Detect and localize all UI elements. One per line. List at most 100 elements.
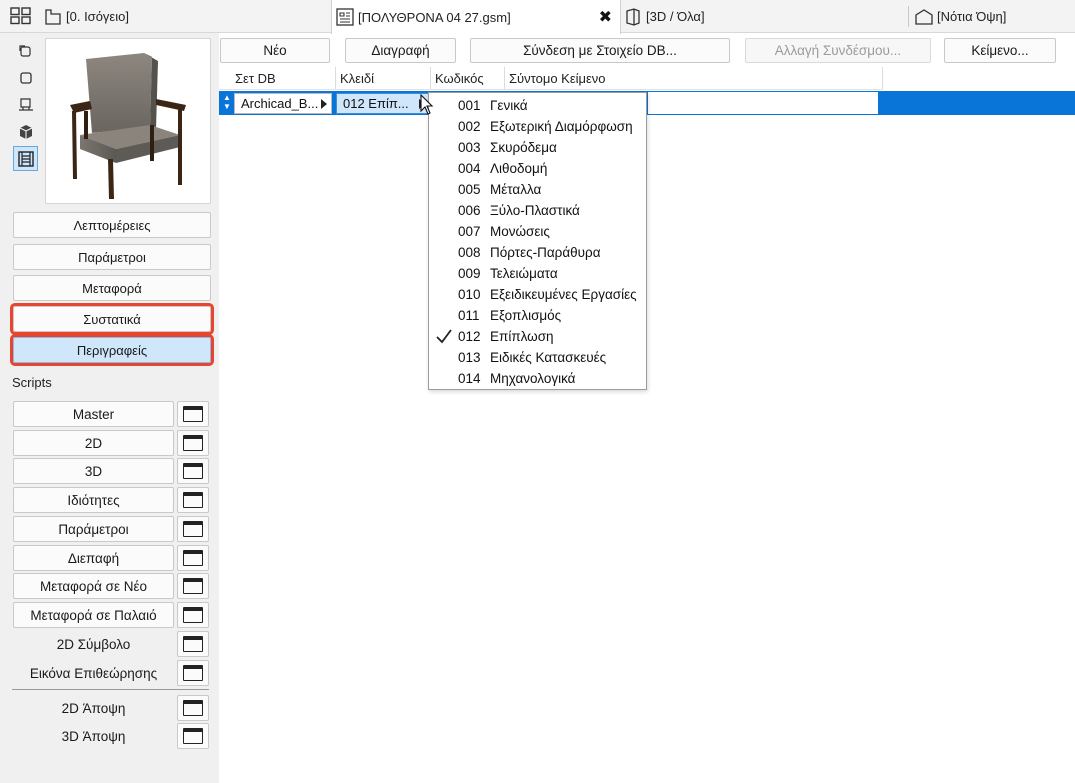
window-icon [183,700,203,716]
2d-view-button[interactable]: 2D Άποψη [13,695,174,721]
tab-gsm-object[interactable]: [ΠΟΛΥΘΡΟΝΑ 04 27.gsm] ✖ [331,0,621,34]
open-window-button[interactable] [177,401,209,427]
square-view-icon[interactable] [15,67,37,89]
tab-separator [908,6,909,27]
tab-3d-view[interactable]: [3D / Όλα] [624,0,906,33]
short-text-cell[interactable] [648,92,878,114]
open-window-button[interactable] [177,695,209,721]
menu-item[interactable]: 014 Μηχανολογικά [429,368,646,389]
2d-symbol-icon[interactable] [15,41,37,63]
key-dropdown-menu: 001 Γενικά 002 Εξωτερική Διαμόρφωση 003 Σκυ… [428,92,647,390]
details-button[interactable]: Λεπτομέρειες [13,212,211,238]
key-value: 012 Επίπ... [343,96,409,111]
film-strip-icon[interactable] [13,146,38,171]
open-window-button[interactable] [177,430,209,456]
forward-migration-script-button[interactable]: Μεταφορά σε Νέο [13,573,174,599]
3d-view-button[interactable]: 3D Άποψη [13,723,174,749]
window-icon [183,665,203,681]
column-header-code[interactable]: Κωδικός [431,67,505,89]
window-icon [183,521,203,537]
open-window-button[interactable] [177,458,209,484]
window-icon [183,578,203,594]
elevation-view-icon[interactable] [15,94,37,116]
properties-script-button[interactable]: Ιδιότητες [13,487,174,513]
menu-item[interactable]: 004 Λιθοδομή [429,158,646,179]
open-window-button[interactable] [177,631,209,657]
window-icon [183,406,203,422]
menu-item[interactable]: 001 Γενικά [429,95,646,116]
object-preview-image [45,38,211,204]
3d-cube-icon[interactable] [15,121,37,143]
3d-view-icon [624,7,642,26]
window-icon [183,435,203,451]
key-popup[interactable]: 012 Επίπ... [336,93,430,114]
open-window-button[interactable] [177,573,209,599]
text-button[interactable]: Κείμενο... [944,38,1056,63]
gdl-object-icon [336,8,354,26]
3d-script-button[interactable]: 3D [13,458,174,484]
delete-button[interactable]: Διαγραφή [345,38,456,63]
column-header-key[interactable]: Κλειδί [336,67,431,89]
new-button[interactable]: Νέο [220,38,330,63]
open-window-button[interactable] [177,545,209,571]
object-editor-sidebar: Λεπτομέρειες Παράμετροι Μεταφορά Συστατι… [0,33,219,783]
parameter-script-button[interactable]: Παράμετροι [13,516,174,542]
popup-arrow-icon [321,99,327,109]
tab-elevation[interactable]: [Νότια Όψη] [915,0,1075,33]
close-icon[interactable]: ✖ [599,7,612,27]
tab-label: [3D / Όλα] [646,9,705,24]
migration-button[interactable]: Μεταφορά [13,275,211,301]
set-db-value: Archicad_B... [241,96,319,111]
link-db-item-button[interactable]: Σύνδεση με Στοιχείο DB... [470,38,730,63]
master-script-button[interactable]: Master [13,401,174,427]
2d-symbol-button[interactable]: 2D Σύμβολο [13,631,174,657]
menu-item[interactable]: 007 Μονώσεις [429,221,646,242]
divider [12,689,209,690]
tab-label: [Νότια Όψη] [937,9,1007,24]
window-icon [183,607,203,623]
mouse-pointer-icon [420,93,434,119]
tab-label: [ΠΟΛΥΘΡΟΝΑ 04 27.gsm] [358,9,511,25]
window-icon [183,550,203,566]
descriptors-button[interactable]: Περιγραφείς [10,334,214,366]
open-window-button[interactable] [177,723,209,749]
menu-item[interactable]: 005 Μέταλλα [429,179,646,200]
column-header-short-text[interactable]: Σύντομο Κείμενο [505,67,883,89]
open-window-button[interactable] [177,516,209,542]
menu-item[interactable]: 008 Πόρτες-Παράθυρα [429,242,646,263]
open-window-button[interactable] [177,487,209,513]
interface-script-button[interactable]: Διεπαφή [13,545,174,571]
preview-picture-button[interactable]: Εικόνα Επιθεώρησης [13,660,174,686]
backward-migration-script-button[interactable]: Μεταφορά σε Παλαιό [13,602,174,628]
scripts-heading: Scripts [12,375,52,390]
menu-item[interactable]: 013 Ειδικές Κατασκευές [429,347,646,368]
armchair-icon [70,53,186,199]
open-window-button[interactable] [177,602,209,628]
header-divider [219,89,883,90]
floor-plan-icon [44,8,62,26]
2d-script-button[interactable]: 2D [13,430,174,456]
menu-item[interactable]: 003 Σκυρόδεμα [429,137,646,158]
reorder-handle-icon[interactable]: ▲ ▼ [222,93,232,113]
window-icon [183,463,203,479]
parameters-button[interactable]: Παράμετροι [13,244,211,270]
menu-item-checked[interactable]: 012 Επίπλωση [429,326,646,347]
window-icon [183,636,203,652]
tab-floor-plan[interactable]: [0. Ισόγειο] [44,0,328,33]
menu-item[interactable]: 010 Εξειδικευμένες Εργασίες [429,284,646,305]
open-window-button[interactable] [177,660,209,686]
column-header-set-db[interactable]: Σετ DB [231,67,336,89]
menu-item[interactable]: 002 Εξωτερική Διαμόρφωση [429,116,646,137]
menu-item[interactable]: 009 Τελειώματα [429,263,646,284]
components-button[interactable]: Συστατικά [10,303,214,335]
set-db-popup[interactable]: Archicad_B... [234,93,332,114]
document-tab-bar: [0. Ισόγειο] [ΠΟΛΥΘΡΟΝΑ 04 27.gsm] ✖ [3D… [0,0,1075,34]
menu-item[interactable]: 006 Ξύλο-Πλαστικά [429,200,646,221]
change-link-button[interactable]: Αλλαγή Συνδέσμου... [745,38,931,63]
view-grid-icon[interactable] [10,7,32,25]
menu-item[interactable]: 011 Εξοπλισμός [429,305,646,326]
tab-label: [0. Ισόγειο] [66,9,129,24]
window-icon [183,492,203,508]
window-icon [183,728,203,744]
elevation-icon [915,8,933,26]
